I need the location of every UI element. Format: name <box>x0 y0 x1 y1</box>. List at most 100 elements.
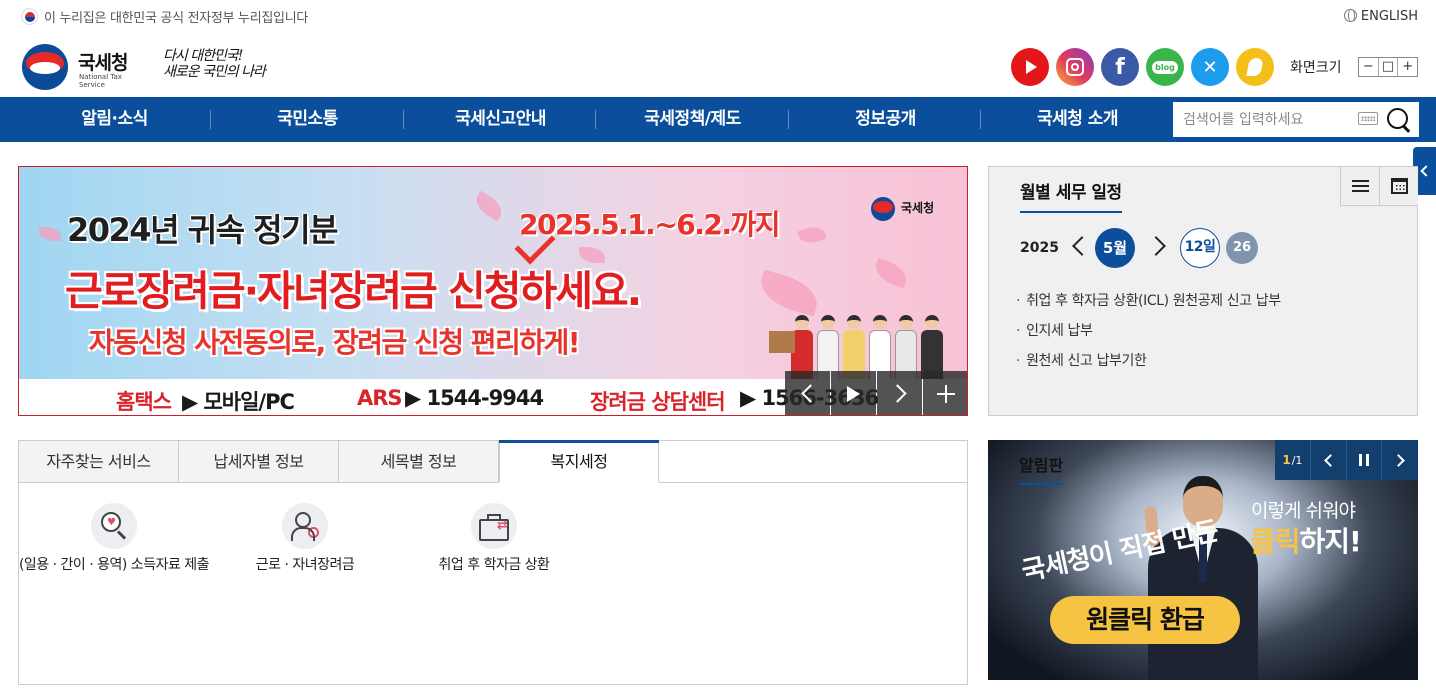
youtube-icon <box>1026 60 1037 74</box>
current-month: 5월 <box>1095 228 1135 268</box>
x-icon: ✕ <box>1202 56 1218 78</box>
logo-english: National Tax Service <box>79 73 122 89</box>
notice-pill: 원클릭 환급 <box>1050 596 1240 644</box>
kakao-story-icon <box>1246 58 1264 76</box>
schedule-item[interactable]: 취업 후 학자금 상환(ICL) 원천공제 신고 납부 <box>1016 286 1281 316</box>
presenter-figure <box>1143 476 1268 680</box>
banner-logo-text: 국세청 <box>901 201 935 215</box>
notice-text-2-rest: 하지! <box>1299 525 1362 558</box>
logo-name: 국세청 <box>78 52 128 74</box>
notice-page-total: /1 <box>1291 453 1303 467</box>
chevron-left-icon <box>800 384 820 403</box>
schedule-item[interactable]: 인지세 납부 <box>1016 316 1281 346</box>
hometax-value: ▶ 모바일/PC <box>182 390 295 414</box>
briefcase-exchange-icon: ⇄ <box>471 503 517 549</box>
hometax-label: 홈택스 <box>116 390 172 414</box>
notice-pagination: 1/1 <box>1275 440 1311 480</box>
day-button[interactable]: 26 <box>1226 232 1258 264</box>
language-label: ENGLISH <box>1360 9 1418 24</box>
korean-flag-icon <box>21 8 38 25</box>
nav-item-disclosure[interactable]: 정보공개 <box>789 97 982 142</box>
notice-pause-button[interactable] <box>1346 440 1383 480</box>
search-icon[interactable] <box>1387 108 1411 132</box>
banner-headline-3: 자동신청 사전동의로, 장려금 신청 편리하게! <box>89 326 581 359</box>
zoom-out-button[interactable]: − <box>1359 58 1379 76</box>
notice-prev-button[interactable] <box>1310 440 1347 480</box>
banner-prev-button[interactable] <box>785 371 830 415</box>
petal-decoration <box>471 190 507 222</box>
banner-play-button[interactable] <box>831 371 876 415</box>
nav-item-about[interactable]: 국세청 소개 <box>981 97 1174 142</box>
facebook-icon: f <box>1115 54 1125 80</box>
notice-text-1: 이렇게 쉬워야 <box>1251 500 1356 522</box>
notice-controls: 1/1 <box>1275 440 1418 480</box>
x-link[interactable]: ✕ <box>1191 48 1229 86</box>
banner-next-button[interactable] <box>877 371 922 415</box>
facebook-link[interactable]: f <box>1101 48 1139 86</box>
slogan: 다시 대한민국! 새로운 국민의 나라 <box>163 48 266 80</box>
search-input[interactable] <box>1173 102 1353 137</box>
service-label: 근로 · 자녀장려금 <box>255 557 355 573</box>
next-month-button[interactable] <box>1146 236 1166 256</box>
slogan-line2: 새로운 국민의 나라 <box>163 64 266 80</box>
language-link[interactable]: ENGLISH <box>1343 9 1418 24</box>
kakao-link[interactable] <box>1236 48 1274 86</box>
chevron-left-icon <box>1323 453 1337 467</box>
gov-banner-text[interactable]: 이 누리집은 대한민국 공식 전자정부 누리집입니다 <box>44 7 308 26</box>
nav-item-tax-policy[interactable]: 국세정책/제도 <box>596 97 789 142</box>
service-tabs-panel: 자주찾는 서비스 납세자별 정보 세목별 정보 복지세정 ♥ (일용 · 간이 … <box>18 440 968 685</box>
list-view-button[interactable] <box>1340 167 1379 206</box>
calendar-view-button[interactable] <box>1379 167 1418 206</box>
zoom-reset-button[interactable]: □ <box>1379 58 1399 76</box>
notice-next-button[interactable] <box>1382 440 1418 480</box>
service-incentive[interactable]: 근로 · 자녀장려금 <box>205 503 405 574</box>
youtube-link[interactable] <box>1011 48 1049 86</box>
schedule-list: 취업 후 학자금 상환(ICL) 원천공제 신고 납부 인지세 납부 원천세 신… <box>1016 286 1281 376</box>
banner-date: 2025.5.1.~6.2.까지 <box>519 208 781 241</box>
banner-headline-2: 근로장려금·자녀장려금 신청하세요. <box>65 267 642 315</box>
schedule-item[interactable]: 원천세 신고 납부기한 <box>1016 346 1281 376</box>
site-logo[interactable]: 국세청 National Tax Service <box>22 44 142 92</box>
tab-welfare-tax[interactable]: 복지세정 <box>499 440 659 483</box>
workers-illustration <box>769 301 954 381</box>
schedule-title: 월별 세무 일정 <box>1020 178 1122 213</box>
ars-label: ARS <box>357 386 403 410</box>
center-label: 장려금 상담센터 <box>590 390 726 414</box>
day-button-selected[interactable]: 12일 <box>1180 228 1220 268</box>
list-icon <box>1352 180 1369 192</box>
banner-logo: 국세청 <box>871 195 941 225</box>
service-student-loan[interactable]: ⇄ 취업 후 학자금 상환 <box>394 503 594 574</box>
nav-item-tax-filing[interactable]: 국세신고안내 <box>404 97 597 142</box>
blog-icon: blog <box>1152 60 1178 74</box>
service-label: 취업 후 학자금 상환 <box>438 557 550 573</box>
nts-emblem-icon <box>22 44 68 90</box>
pause-icon <box>1358 454 1369 466</box>
play-icon <box>847 385 860 402</box>
prev-month-button[interactable] <box>1072 236 1092 256</box>
parcel-box <box>769 331 795 353</box>
notice-board[interactable]: 알림판 이렇게 쉬워야 클릭하지! 국세청이 직접 만든 원클릭 환급 1/1 <box>988 440 1418 680</box>
globe-icon <box>1343 9 1357 22</box>
virtual-keyboard-icon[interactable] <box>1358 112 1378 125</box>
calendar-icon <box>1391 178 1408 194</box>
zoom-controls: − □ + <box>1358 57 1418 77</box>
nav-item-communication[interactable]: 국민소통 <box>211 97 404 142</box>
banner-more-button[interactable] <box>923 371 967 415</box>
petal-decoration <box>39 227 61 241</box>
service-income-submission[interactable]: ♥ (일용 · 간이 · 용역) 소득자료 제출 <box>14 503 214 574</box>
instagram-link[interactable] <box>1056 48 1094 86</box>
petal-decoration <box>871 257 911 289</box>
nav-item-news[interactable]: 알림·소식 <box>18 97 211 142</box>
zoom-label: 화면크기 <box>1290 60 1342 76</box>
ars-value: ▶ 1544-9944 <box>405 386 544 410</box>
tab-taxpayer-info[interactable]: 납세자별 정보 <box>179 441 339 483</box>
schedule-year: 2025 <box>1020 240 1059 256</box>
tab-tax-item-info[interactable]: 세목별 정보 <box>339 441 499 483</box>
notice-page-current: 1 <box>1282 453 1291 467</box>
zoom-in-button[interactable]: + <box>1398 58 1417 76</box>
main-banner[interactable]: 2024년 귀속 정기분 2025.5.1.~6.2.까지 근로장려금·자녀장려… <box>18 166 968 416</box>
tab-frequent-services[interactable]: 자주찾는 서비스 <box>19 441 179 483</box>
blog-link[interactable]: blog <box>1146 48 1184 86</box>
chevron-right-icon <box>1391 453 1405 467</box>
slogan-line1: 다시 대한민국! <box>163 48 243 64</box>
